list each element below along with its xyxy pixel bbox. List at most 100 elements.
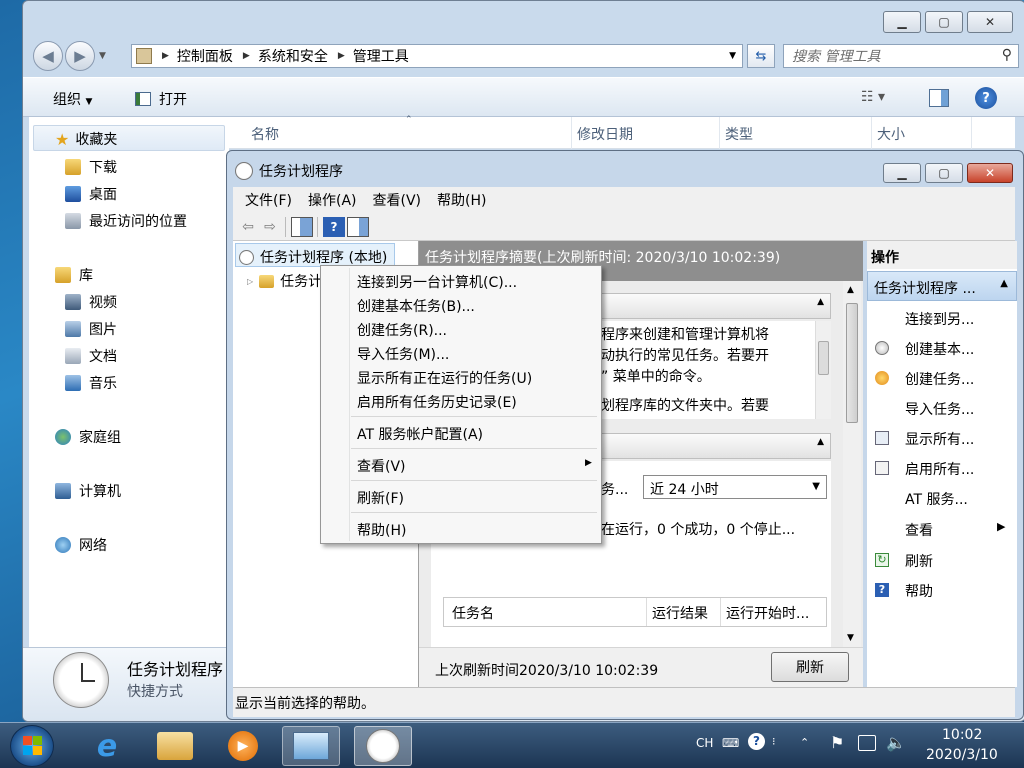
help-icon[interactable]: ? — [748, 733, 765, 750]
show-hide-tree-icon[interactable] — [291, 217, 313, 237]
breadcrumb-item[interactable]: 控制面板 — [177, 46, 233, 66]
menu-item-at-service[interactable]: AT 服务帐户配置(A) — [357, 424, 483, 444]
menu-item-refresh[interactable]: 刷新(F) — [357, 488, 404, 508]
history-dropdown-icon[interactable]: ▼ — [99, 51, 106, 61]
menu-item-create-basic-task[interactable]: 创建基本任务(B)... — [357, 296, 475, 316]
col-run-result[interactable]: 运行结果 — [652, 603, 708, 623]
taskbar-ie[interactable]: e — [78, 726, 136, 766]
menu-item-view[interactable]: 查看(V) — [357, 456, 406, 476]
expand-arrow-icon[interactable]: ▷ — [247, 277, 253, 286]
forward-button[interactable]: ▶ — [65, 41, 95, 71]
help-icon[interactable]: ? — [975, 87, 997, 109]
action-refresh[interactable]: 刷新 — [905, 551, 933, 571]
nav-item-videos[interactable]: 视频 — [65, 292, 117, 312]
period-select[interactable]: 近 24 小时 ▼ — [643, 475, 827, 499]
explorer-titlebar[interactable] — [23, 1, 1024, 41]
nav-item-documents[interactable]: 文档 — [65, 346, 117, 366]
collapse-icon[interactable]: ▲ — [817, 297, 824, 307]
nav-item-network[interactable]: 网络 — [55, 535, 107, 555]
menu-help[interactable]: 帮助(H) — [437, 190, 486, 210]
clock-time[interactable]: 10:02 — [942, 727, 982, 743]
actions-group-header[interactable]: 任务计划程序 ... ▲ — [867, 271, 1017, 301]
summary-scrollbar[interactable]: ▲ ▼ — [843, 281, 861, 647]
menu-view[interactable]: 查看(V) — [373, 190, 422, 210]
ts-titlebar[interactable]: 任务计划程序 — [235, 161, 343, 181]
collapse-icon[interactable]: ▲ — [1000, 278, 1008, 289]
clock-date[interactable]: 2020/3/10 — [926, 747, 998, 763]
nav-item-recent[interactable]: 最近访问的位置 — [65, 211, 187, 231]
column-type[interactable]: 类型 — [725, 124, 753, 144]
scroll-down-icon[interactable]: ▼ — [847, 633, 854, 643]
explorer-close-button[interactable]: ✕ — [967, 11, 1013, 33]
refresh-button[interactable]: 刷新 — [771, 652, 849, 682]
show-hidden-icons[interactable]: ⌃ — [800, 736, 809, 749]
action-create-task[interactable]: 创建任务... — [905, 369, 974, 389]
nav-item-pictures[interactable]: 图片 — [65, 319, 117, 339]
ts-minimize-button[interactable]: ▁ — [883, 163, 921, 183]
breadcrumb-arrow-icon[interactable]: ▶ — [162, 51, 169, 61]
network-icon[interactable] — [858, 735, 876, 751]
menu-file[interactable]: 文件(F) — [245, 190, 292, 210]
organize-menu[interactable]: 组织 ▼ — [53, 89, 92, 109]
nav-item-desktop[interactable]: 桌面 — [65, 184, 117, 204]
nav-item-computer[interactable]: 计算机 — [55, 481, 121, 501]
breadcrumb-arrow-icon[interactable]: ▶ — [243, 51, 250, 61]
nav-item-homegroup[interactable]: 家庭组 — [55, 427, 121, 447]
menu-item-show-running[interactable]: 显示所有正在运行的任务(U) — [357, 368, 532, 388]
view-options-icon[interactable]: ☷ ▾ — [861, 89, 885, 105]
action-view[interactable]: 查看 — [905, 520, 933, 540]
language-indicator[interactable]: CH — [696, 736, 713, 750]
taskbar-explorer[interactable] — [146, 726, 204, 766]
flag-icon[interactable]: ⚑ — [830, 733, 844, 752]
explorer-minimize-button[interactable]: ▁ — [883, 11, 921, 33]
nav-item-music[interactable]: 音乐 — [65, 373, 117, 393]
back-icon[interactable]: ⇦ — [237, 217, 259, 237]
taskbar-control-panel[interactable] — [282, 726, 340, 766]
action-at-service[interactable]: AT 服务... — [905, 489, 968, 509]
tree-item-library[interactable]: ▷ 任务计 — [247, 271, 322, 291]
action-help[interactable]: 帮助 — [905, 581, 933, 601]
address-dropdown-icon[interactable]: ▼ — [729, 51, 736, 61]
menu-item-enable-history[interactable]: 启用所有任务历史记录(E) — [357, 392, 517, 412]
nav-item-downloads[interactable]: 下载 — [65, 157, 117, 177]
overview-scrollbar[interactable] — [815, 321, 831, 419]
collapse-icon[interactable]: ▲ — [817, 437, 824, 447]
action-show-running[interactable]: 显示所有... — [905, 429, 974, 449]
breadcrumb-item[interactable]: 管理工具 — [353, 46, 409, 66]
ts-close-button[interactable]: ✕ — [967, 163, 1013, 183]
taskbar-task-scheduler[interactable] — [354, 726, 412, 766]
column-modified[interactable]: 修改日期 — [577, 124, 633, 144]
column-name[interactable]: 名称 — [251, 124, 279, 144]
nav-item-libraries[interactable]: 库 — [55, 265, 93, 285]
search-input[interactable]: 搜索 管理工具 ⚲ — [783, 44, 1019, 68]
refresh-address-button[interactable]: ⇆ — [747, 44, 775, 68]
breadcrumb-item[interactable]: 系统和安全 — [258, 46, 328, 66]
preview-pane-icon[interactable] — [929, 89, 949, 107]
explorer-maximize-button[interactable]: ▢ — [925, 11, 963, 33]
help-icon[interactable]: ? — [323, 217, 345, 237]
menu-item-connect[interactable]: 连接到另一台计算机(C)... — [357, 272, 517, 292]
action-create-basic[interactable]: 创建基本... — [905, 339, 974, 359]
action-connect[interactable]: 连接到另... — [905, 309, 974, 329]
menu-item-create-task[interactable]: 创建任务(R)... — [357, 320, 447, 340]
taskbar-media-player[interactable]: ▶ — [214, 726, 272, 766]
open-button[interactable]: 打开 — [135, 89, 187, 109]
ts-maximize-button[interactable]: ▢ — [925, 163, 963, 183]
ime-options-icon[interactable]: ⁝ — [772, 735, 776, 748]
volume-icon[interactable]: 🔈 — [886, 733, 906, 752]
menu-item-help[interactable]: 帮助(H) — [357, 520, 406, 540]
keyboard-icon[interactable]: ⌨ — [722, 736, 739, 750]
breadcrumb-arrow-icon[interactable]: ▶ — [338, 51, 345, 61]
menu-action[interactable]: 操作(A) — [308, 190, 357, 210]
start-button[interactable] — [10, 725, 54, 767]
back-button[interactable]: ◀ — [33, 41, 63, 71]
column-size[interactable]: 大小 — [877, 124, 905, 144]
forward-icon[interactable]: ⇨ — [259, 217, 281, 237]
action-import[interactable]: 导入任务... — [905, 399, 974, 419]
col-run-start[interactable]: 运行开始时... — [726, 603, 809, 623]
col-task-name[interactable]: 任务名 — [452, 603, 494, 623]
show-action-pane-icon[interactable] — [347, 217, 369, 237]
scroll-up-icon[interactable]: ▲ — [847, 285, 854, 295]
search-icon[interactable]: ⚲ — [1002, 47, 1012, 63]
tree-item-root[interactable]: 任务计划程序 (本地) — [239, 247, 387, 267]
